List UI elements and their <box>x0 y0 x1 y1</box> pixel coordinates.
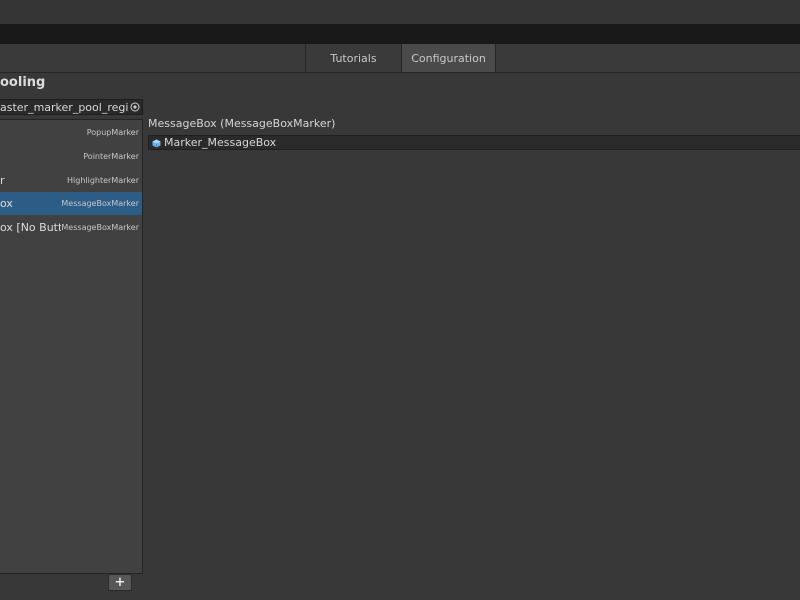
list-item-type: HighlighterMarker <box>67 176 139 185</box>
marker-list: PopupMarker PointerMarker r HighlighterM… <box>0 119 143 574</box>
section-title: ooling <box>0 75 46 90</box>
list-item-type: PointerMarker <box>83 152 139 161</box>
list-item-name: r <box>0 174 5 187</box>
list-item-type: MessageBoxMarker <box>61 199 139 208</box>
object-picker-icon[interactable] <box>128 100 142 114</box>
list-item[interactable]: r HighlighterMarker <box>0 169 142 192</box>
list-item[interactable]: ox [No Button] MessageBoxMarker <box>0 216 142 239</box>
window-top-strip <box>0 0 800 24</box>
toolbar-dark-bar <box>0 24 800 44</box>
add-item-button[interactable]: + <box>108 574 132 591</box>
registry-object-field[interactable]: aster_marker_pool_registry ( <box>0 99 143 115</box>
detail-header: MessageBox (MessageBoxMarker) <box>148 117 336 130</box>
list-item[interactable]: PopupMarker <box>0 121 142 144</box>
prefab-icon <box>152 138 161 148</box>
object-field-value: Marker_MessageBox <box>164 136 277 149</box>
tab-bar: Tutorials Configuration <box>0 44 800 73</box>
registry-value: aster_marker_pool_registry ( <box>0 100 128 114</box>
tab-tutorials[interactable]: Tutorials <box>305 44 401 72</box>
list-item[interactable]: PointerMarker <box>0 145 142 168</box>
list-item-name: ox [No Button] <box>0 221 62 234</box>
tab-configuration[interactable]: Configuration <box>401 44 496 72</box>
list-item-selected[interactable]: ox MessageBoxMarker <box>0 192 142 215</box>
list-item-type: MessageBoxMarker <box>61 223 139 232</box>
marker-object-field[interactable]: Marker_MessageBox <box>148 135 800 150</box>
list-item-type: PopupMarker <box>86 128 139 137</box>
list-item-name: ox <box>0 197 13 210</box>
